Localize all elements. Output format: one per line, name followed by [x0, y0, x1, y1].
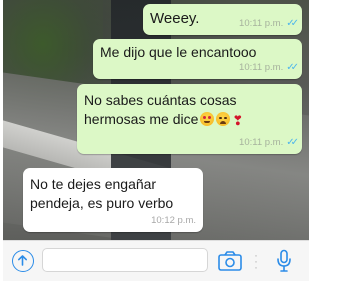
read-ticks-icon: ✓✓ — [286, 18, 299, 29]
microphone-icon — [277, 249, 291, 272]
message-line: No sabes cuántas cosas — [84, 92, 237, 108]
chat-wallpaper-photo: Weeey. 10:11 p.m. ✓✓ Me dijo que le encan… — [3, 0, 309, 240]
camera-button[interactable] — [217, 250, 243, 272]
message-text: Weeey. — [150, 10, 200, 27]
message-line: hermosas me dice — [84, 111, 199, 127]
message-time: 10:11 p.m. — [239, 18, 284, 29]
chat-screen: Weeey. 10:11 p.m. ✓✓ Me dijo que le encan… — [0, 0, 339, 284]
weary-face-emoji-icon — [216, 112, 231, 126]
message-time: 10:12 p.m. — [151, 215, 196, 226]
message-input[interactable] — [42, 248, 208, 272]
message-text: Me dijo que le encantooo — [100, 44, 257, 60]
camera-icon — [218, 251, 242, 271]
read-ticks-icon: ✓✓ — [286, 137, 299, 148]
incoming-message-bubble[interactable]: No te dejes engañar pendeja, es puro ver… — [23, 168, 203, 232]
upload-arrow-icon — [18, 255, 27, 266]
message-time: 10:11 p.m. — [239, 62, 284, 73]
outgoing-message-bubble[interactable]: No sabes cuántas cosas hermosas me dice ❣… — [77, 84, 302, 154]
more-dots-icon[interactable]: · · · — [254, 249, 258, 273]
heart-eyes-emoji-icon — [200, 112, 215, 126]
message-meta: 10:11 p.m. ✓✓ — [239, 134, 299, 151]
microphone-button[interactable] — [276, 249, 292, 273]
message-time: 10:11 p.m. — [239, 137, 284, 148]
outgoing-message-bubble[interactable]: Me dijo que le encantooo 10:11 p.m. ✓✓ — [93, 39, 302, 79]
heart-exclamation-emoji-icon: ❣ — [232, 113, 244, 128]
message-line: No te dejes engañar — [30, 176, 157, 192]
read-ticks-icon: ✓✓ — [286, 62, 299, 73]
message-input-bar: · · · — [3, 240, 309, 281]
message-meta: 10:11 p.m. ✓✓ — [239, 15, 299, 32]
message-text: No te dejes engañar pendeja, es puro ver… — [30, 175, 173, 213]
message-line-with-emojis: hermosas me dice ❣ — [84, 110, 243, 130]
message-line: pendeja, es puro verbo — [30, 195, 174, 211]
message-text: No sabes cuántas cosas hermosas me dice ❣ — [84, 91, 243, 130]
message-meta: 10:12 p.m. — [151, 212, 196, 229]
message-meta: 10:11 p.m. ✓✓ — [239, 59, 299, 76]
upload-button[interactable] — [12, 250, 34, 272]
outgoing-message-bubble[interactable]: Weeey. 10:11 p.m. ✓✓ — [143, 4, 302, 35]
